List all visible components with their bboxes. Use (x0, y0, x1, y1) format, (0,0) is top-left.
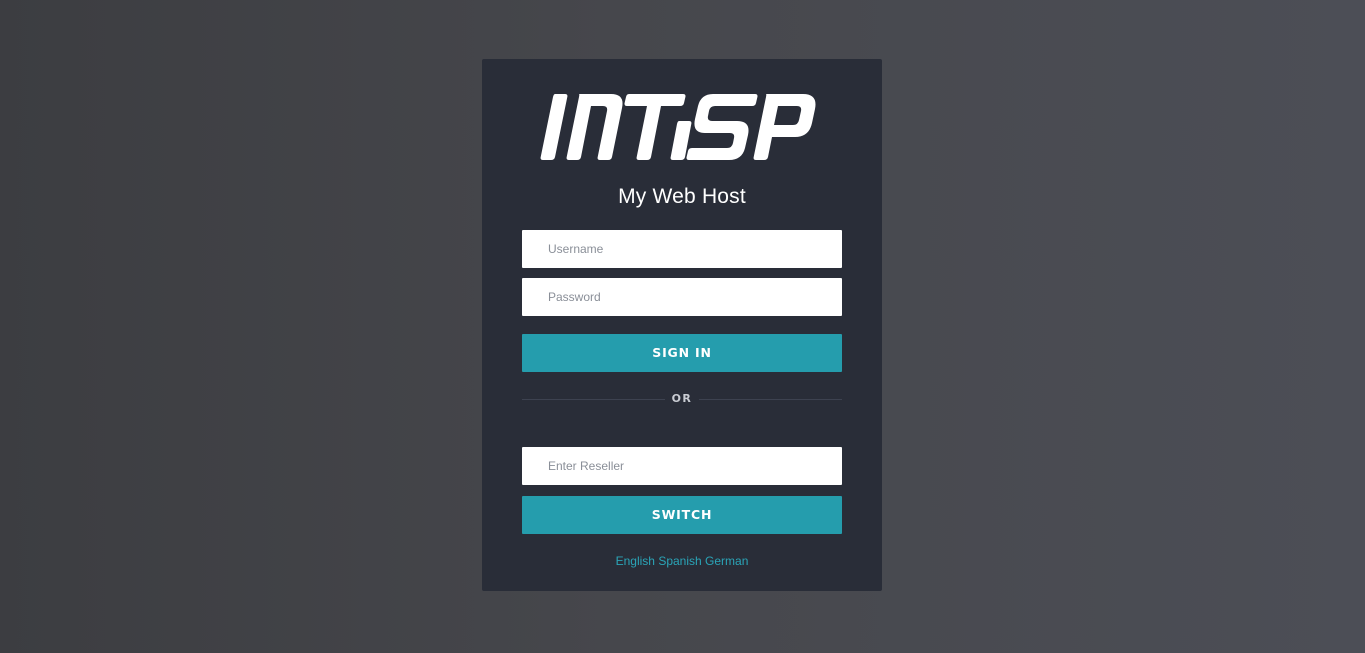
sign-in-button[interactable]: SIGN IN (522, 334, 842, 372)
or-divider: OR (522, 390, 842, 408)
login-panel: My Web Host SIGN IN OR SWITCH English Sp… (482, 59, 882, 591)
language-link-spanish[interactable]: Spanish (658, 554, 701, 568)
divider-line-right (699, 399, 842, 400)
intisp-logo (537, 91, 827, 163)
reseller-input[interactable] (522, 447, 842, 485)
site-title: My Web Host (618, 185, 746, 208)
username-input[interactable] (522, 230, 842, 268)
language-link-english[interactable]: English (616, 554, 655, 568)
language-link-german[interactable]: German (705, 554, 748, 568)
language-links: English Spanish German (482, 554, 882, 568)
password-input[interactable] (522, 278, 842, 316)
switch-button[interactable]: SWITCH (522, 496, 842, 534)
